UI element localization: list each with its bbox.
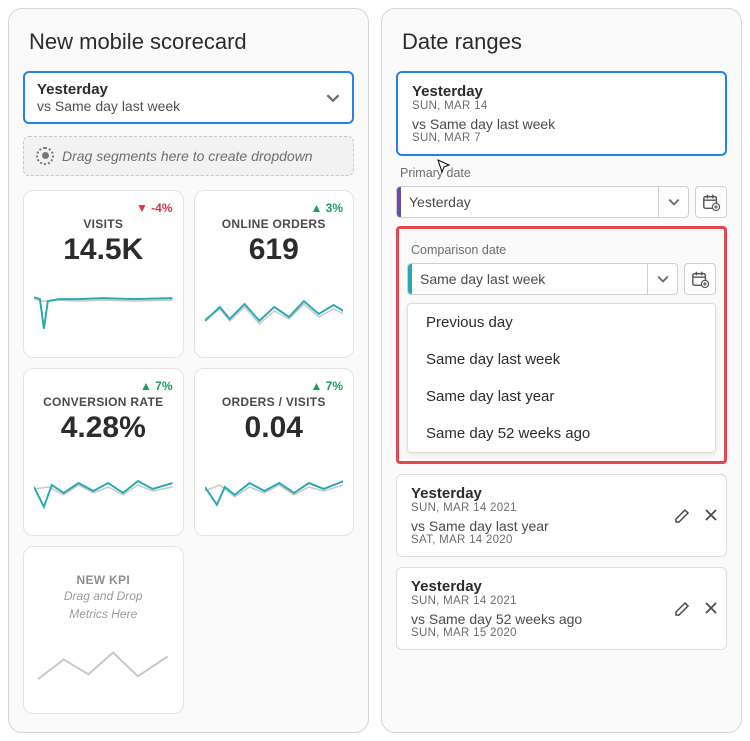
- segments-dropzone[interactable]: Drag segments here to create dropdown: [23, 136, 354, 176]
- dropdown-option[interactable]: Same day last week: [408, 341, 715, 378]
- scorecard-panel: New mobile scorecard Yesterday vs Same d…: [8, 8, 369, 733]
- comparison-date-select[interactable]: Same day last week: [407, 263, 678, 295]
- placeholder-spark: [34, 622, 173, 707]
- date-ranges-panel: Date ranges Yesterday SUN, MAR 14 vs Sam…: [381, 8, 742, 733]
- edit-icon[interactable]: [674, 508, 690, 524]
- sparkline: [34, 445, 173, 529]
- delta: ▲ 3%: [310, 201, 343, 215]
- sparkline: [205, 445, 344, 529]
- chevron-down-icon: [326, 91, 340, 105]
- calendar-add-button[interactable]: [695, 186, 727, 218]
- comparison-date-label: Comparison date: [411, 243, 716, 257]
- scorecard-date-picker[interactable]: Yesterday vs Same day last week: [23, 71, 354, 124]
- date-card-active[interactable]: Yesterday SUN, MAR 14 vs Same day last w…: [396, 71, 727, 156]
- close-icon[interactable]: [704, 508, 718, 524]
- kpi-card-orders[interactable]: ▲ 3% ONLINE ORDERS 619: [194, 190, 355, 358]
- sparkline: [205, 267, 344, 351]
- comparison-date-row: Same day last week: [407, 263, 716, 295]
- kpi-card-orders-visits[interactable]: ▲ 7% ORDERS / VISITS 0.04: [194, 368, 355, 536]
- chevron-down-icon: [658, 187, 688, 217]
- kpi-card-conversion[interactable]: ▲ 7% CONVERSION RATE 4.28%: [23, 368, 184, 536]
- date-card[interactable]: Yesterday SUN, MAR 14 2021 vs Same day l…: [396, 474, 727, 557]
- sparkline: [34, 267, 173, 351]
- kpi-grid: ▼ -4% VISITS 14.5K ▲ 3% ONLINE ORDERS 61…: [23, 190, 354, 714]
- delta: ▲ 7%: [310, 379, 343, 393]
- picker-line1: Yesterday: [37, 81, 180, 98]
- dropdown-option[interactable]: Same day last year: [408, 378, 715, 415]
- date-ranges-title: Date ranges: [402, 29, 727, 55]
- dropdown-option[interactable]: Previous day: [408, 304, 715, 341]
- comparison-dropdown-menu: Previous day Same day last week Same day…: [407, 303, 716, 453]
- dropdown-option[interactable]: Same day 52 weeks ago: [408, 415, 715, 452]
- chevron-down-icon: [647, 264, 677, 294]
- kpi-card-placeholder[interactable]: NEW KPI Drag and Drop Metrics Here: [23, 546, 184, 714]
- close-icon[interactable]: [704, 601, 718, 617]
- calendar-add-button[interactable]: [684, 263, 716, 295]
- edit-icon[interactable]: [674, 601, 690, 617]
- picker-line2: vs Same day last week: [37, 98, 180, 114]
- comparison-highlight: Comparison date Same day last week Previ…: [396, 226, 727, 464]
- date-card[interactable]: Yesterday SUN, MAR 14 2021 vs Same day 5…: [396, 567, 727, 650]
- scorecard-title: New mobile scorecard: [29, 29, 354, 55]
- primary-date-row: Yesterday: [396, 186, 727, 218]
- delta: ▲ 7%: [140, 379, 173, 393]
- delta: ▼ -4%: [136, 201, 173, 215]
- cursor-icon: [436, 158, 452, 174]
- kpi-card-visits[interactable]: ▼ -4% VISITS 14.5K: [23, 190, 184, 358]
- segment-icon: [36, 147, 54, 165]
- primary-date-select[interactable]: Yesterday: [396, 186, 689, 218]
